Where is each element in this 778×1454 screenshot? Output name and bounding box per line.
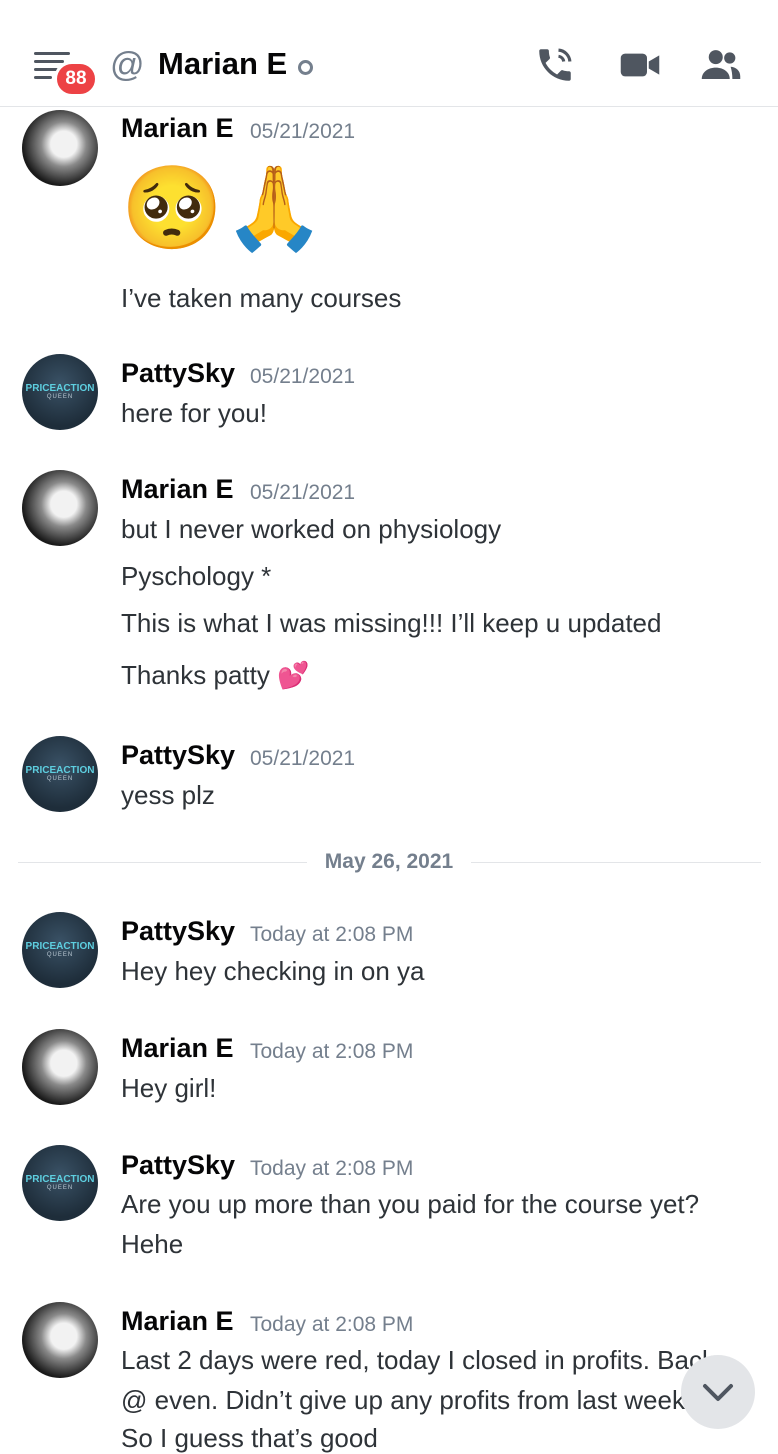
avatar[interactable] [22,470,98,546]
members-icon[interactable] [699,44,743,86]
avatar[interactable]: PRICEACTION QUEEN [22,1145,98,1221]
message-author[interactable]: Marian E [121,1033,234,1064]
jump-to-present-button[interactable] [681,1355,755,1429]
message-timestamp: 05/21/2021 [250,747,356,770]
message-timestamp: 05/21/2021 [250,365,356,388]
message-text: This is what I was missing!!! I’ll keep … [121,608,662,638]
message-text: yess plz [121,780,215,810]
chevron-down-icon [703,1384,733,1401]
message-author[interactable]: PattySky [121,1150,235,1181]
message-timestamp: 05/21/2021 [250,120,356,143]
message-text: but I never worked on physiology [121,514,502,544]
message-author[interactable]: Marian E [121,474,234,505]
message-text: Are you up more than you paid for the co… [121,1189,700,1219]
message-text: Last 2 days were red, today I closed in … [121,1345,715,1375]
message-text: So I guess that’s good [121,1423,378,1453]
video-icon[interactable] [619,44,661,86]
avatar-logo-subtext: QUEEN [46,952,74,958]
message-text: I’ve taken many courses [121,283,402,313]
avatar-logo-text: PRICEACTION [25,941,95,952]
avatar-logo-subtext: QUEEN [46,1185,74,1191]
message-text: Thanks patty 💕 [121,660,310,690]
message-author[interactable]: PattySky [121,740,235,771]
message-author[interactable]: PattySky [121,916,235,947]
avatar-logo-subtext: QUEEN [46,776,74,782]
avatar[interactable] [22,1029,98,1105]
avatar-logo-text: PRICEACTION [25,1174,95,1185]
message-text: Hehe [121,1229,184,1259]
message-author[interactable]: PattySky [121,358,235,389]
dm-title[interactable]: Marian E [158,46,287,82]
channel-header: 88 @ Marian E [0,0,778,107]
message-text: Hey girl! [121,1073,217,1103]
avatar[interactable]: PRICEACTION QUEEN [22,354,98,430]
notification-badge: 88 [54,61,98,97]
message-text: Hey hey checking in on ya [121,956,425,986]
phone-icon[interactable] [534,44,576,86]
emoji-message[interactable]: 🥺🙏 [121,164,325,254]
message-timestamp: Today at 2:08 PM [250,923,414,946]
message-text: Pyschology * [121,561,272,591]
status-offline-icon [298,60,313,75]
message-timestamp: Today at 2:08 PM [250,1157,414,1180]
avatar[interactable]: PRICEACTION QUEEN [22,912,98,988]
date-divider-label: May 26, 2021 [306,850,472,873]
message-timestamp: Today at 2:08 PM [250,1040,414,1063]
avatar[interactable] [22,110,98,186]
message-timestamp: 05/21/2021 [250,481,356,504]
message-author[interactable]: Marian E [121,113,234,144]
message-timestamp: Today at 2:08 PM [250,1313,414,1336]
message-text: here for you! [121,398,267,428]
avatar[interactable] [22,1302,98,1378]
avatar[interactable]: PRICEACTION QUEEN [22,736,98,812]
avatar-logo-subtext: QUEEN [46,394,74,400]
date-divider: May 26, 2021 [0,850,778,874]
message-text: @ even. Didn’t give up any profits from … [121,1385,693,1415]
message-author[interactable]: Marian E [121,1306,234,1337]
avatar-logo-text: PRICEACTION [25,383,95,394]
at-icon: @ [110,46,145,84]
avatar-logo-text: PRICEACTION [25,765,95,776]
